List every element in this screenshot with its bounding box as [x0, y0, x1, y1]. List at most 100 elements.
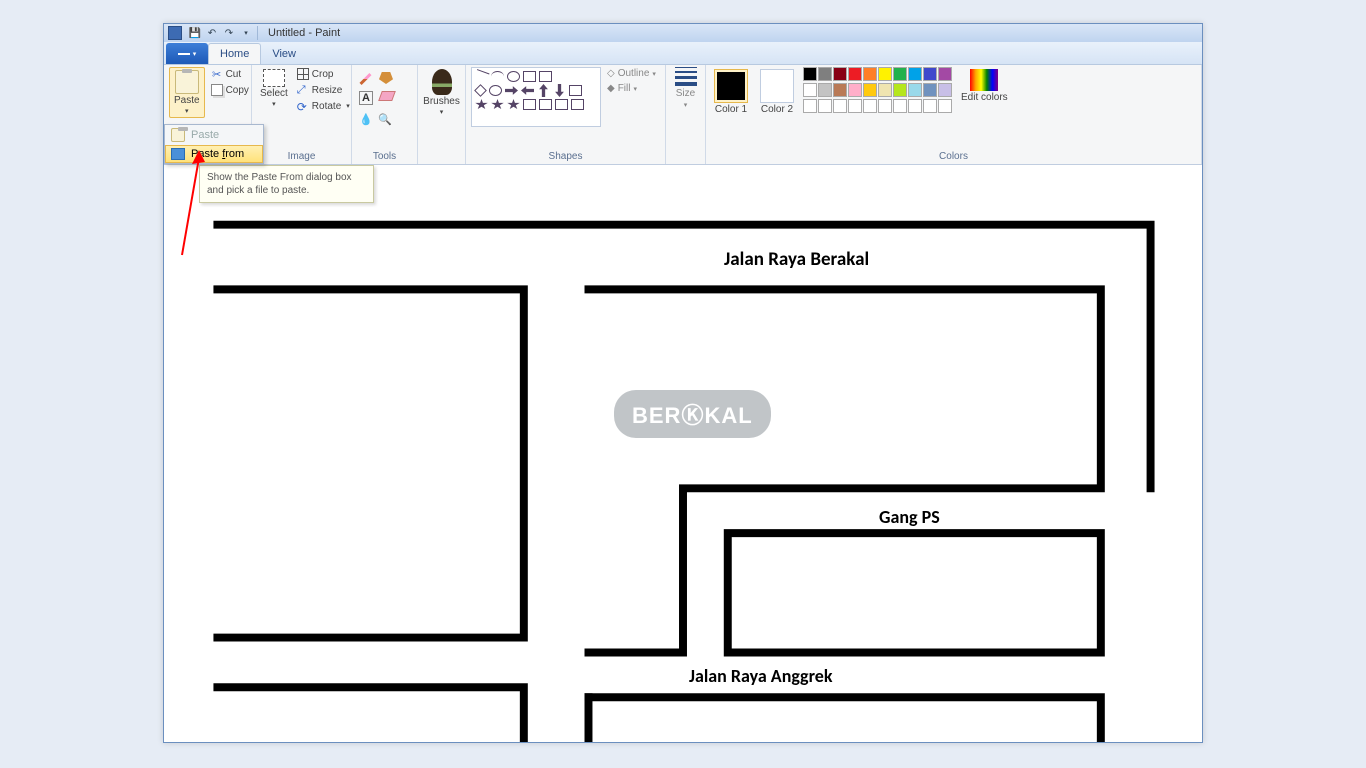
- color-swatch-empty[interactable]: [923, 99, 937, 113]
- color-swatch[interactable]: [878, 83, 892, 97]
- pencil-icon: [359, 73, 371, 85]
- color1-well: [714, 69, 748, 103]
- brushes-group-label: [423, 151, 460, 164]
- crop-button[interactable]: Crop: [295, 67, 352, 81]
- text-tool[interactable]: A: [357, 90, 375, 106]
- group-colors: Color 1 Color 2 Edit colors Colors: [706, 65, 1202, 164]
- color-swatch[interactable]: [923, 83, 937, 97]
- color-swatch-empty[interactable]: [833, 99, 847, 113]
- size-button[interactable]: Size ▾: [670, 67, 702, 109]
- rotate-icon: [297, 100, 309, 112]
- color-swatch[interactable]: [908, 83, 922, 97]
- paste-menu-paste-from[interactable]: Paste from: [165, 145, 263, 163]
- group-tools: A Tools: [352, 65, 418, 164]
- qat-customize-icon[interactable]: ▾: [239, 26, 253, 40]
- pencil-tool[interactable]: [357, 71, 374, 87]
- color2-label: Color 2: [761, 104, 793, 115]
- edit-colors-button[interactable]: Edit colors: [958, 67, 1011, 105]
- clipboard-icon: [171, 128, 185, 142]
- color-swatch[interactable]: [863, 67, 877, 81]
- select-label: Select: [260, 88, 288, 99]
- color2-button[interactable]: Color 2: [757, 67, 797, 117]
- shape-fill-button[interactable]: ◆Fill▾: [605, 82, 658, 95]
- color-swatch[interactable]: [893, 83, 907, 97]
- select-button[interactable]: Select ▾: [257, 67, 291, 110]
- fill-tool[interactable]: [377, 71, 395, 85]
- color-swatch-empty[interactable]: [878, 99, 892, 113]
- color2-well: [760, 69, 794, 103]
- color-swatch[interactable]: [923, 67, 937, 81]
- fill-label: Fill: [618, 83, 631, 94]
- color-swatch[interactable]: [893, 67, 907, 81]
- color-swatch[interactable]: [938, 67, 952, 81]
- rotate-label: Rotate: [312, 101, 341, 112]
- shapes-gallery[interactable]: [471, 67, 601, 127]
- qat-undo-icon[interactable]: ↶: [205, 26, 219, 40]
- fill-icon: [379, 72, 393, 84]
- tab-home[interactable]: Home: [208, 43, 261, 64]
- color-swatch[interactable]: [908, 67, 922, 81]
- brush-icon: [432, 69, 452, 95]
- brushes-button[interactable]: Brushes ▾: [420, 67, 463, 118]
- app-icon[interactable]: [168, 26, 182, 40]
- color1-label: Color 1: [715, 104, 747, 115]
- chevron-down-icon: ▾: [346, 102, 350, 110]
- edit-colors-label: Edit colors: [961, 92, 1008, 103]
- scissors-icon: [211, 68, 223, 80]
- color-swatch[interactable]: [818, 83, 832, 97]
- color-palette: [803, 67, 952, 113]
- cut-button[interactable]: Cut: [209, 67, 251, 81]
- color-swatch[interactable]: [833, 83, 847, 97]
- text-icon: A: [359, 91, 373, 105]
- resize-icon: [297, 84, 309, 96]
- watermark: BERⓀKAL: [614, 390, 771, 438]
- group-size: Size ▾: [666, 65, 706, 164]
- chevron-down-icon: ▾: [440, 108, 444, 116]
- qat-redo-icon[interactable]: ↷: [222, 26, 236, 40]
- color-swatch-empty[interactable]: [818, 99, 832, 113]
- tab-view[interactable]: View: [261, 43, 307, 64]
- canvas-label-gang-ps: Gang PS: [879, 506, 940, 528]
- window-title: Untitled - Paint: [268, 27, 340, 39]
- resize-button[interactable]: Resize: [295, 83, 352, 97]
- color-swatch[interactable]: [803, 83, 817, 97]
- color-swatch-empty[interactable]: [863, 99, 877, 113]
- paste-button[interactable]: Paste ▾: [169, 67, 205, 118]
- magnifier-tool[interactable]: [376, 109, 392, 123]
- size-label: Size: [676, 88, 695, 99]
- canvas[interactable]: Jalan Raya Berakal Gang PS Jalan Raya An…: [164, 165, 1202, 742]
- drawing-content: [164, 165, 1202, 742]
- copy-label: Copy: [226, 85, 249, 96]
- color-swatch[interactable]: [833, 67, 847, 81]
- color-swatch[interactable]: [803, 67, 817, 81]
- color-swatch[interactable]: [848, 67, 862, 81]
- crop-icon: [297, 68, 309, 80]
- color-swatch-empty[interactable]: [848, 99, 862, 113]
- shape-outline-button[interactable]: ◇Outline▾: [605, 67, 658, 80]
- copy-button[interactable]: Copy: [209, 83, 251, 97]
- qat-save-icon[interactable]: 💾: [188, 26, 202, 40]
- size-lines-icon: [674, 67, 698, 86]
- color-swatch[interactable]: [848, 83, 862, 97]
- eraser-icon: [378, 91, 396, 101]
- color-swatch-empty[interactable]: [893, 99, 907, 113]
- eraser-tool[interactable]: [378, 90, 396, 102]
- crop-label: Crop: [312, 69, 334, 80]
- color1-button[interactable]: Color 1: [711, 67, 751, 117]
- edit-colors-icon: [970, 69, 998, 91]
- color-swatch[interactable]: [938, 83, 952, 97]
- outline-icon: ◇: [607, 68, 615, 79]
- chevron-down-icon: ▾: [272, 100, 276, 108]
- picker-tool[interactable]: [357, 109, 373, 123]
- paste-menu-paste[interactable]: Paste: [165, 125, 263, 145]
- color-swatch-empty[interactable]: [938, 99, 952, 113]
- color-swatch[interactable]: [878, 67, 892, 81]
- color-swatch-empty[interactable]: [803, 99, 817, 113]
- color-swatch-empty[interactable]: [908, 99, 922, 113]
- color-swatch[interactable]: [818, 67, 832, 81]
- color-swatch[interactable]: [863, 83, 877, 97]
- rotate-button[interactable]: Rotate ▾: [295, 99, 352, 113]
- file-menu-button[interactable]: ▾: [166, 43, 208, 64]
- resize-label: Resize: [312, 85, 343, 96]
- cut-label: Cut: [226, 69, 242, 80]
